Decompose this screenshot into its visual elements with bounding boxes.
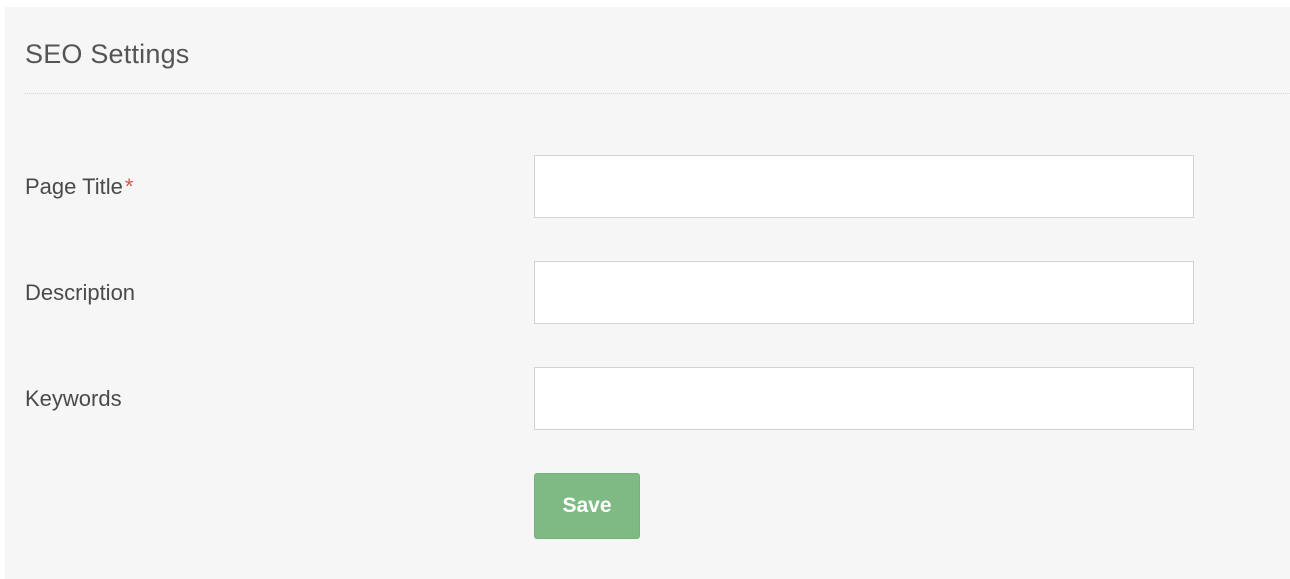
keywords-label: Keywords [25,386,122,411]
required-marker: * [124,174,134,199]
keywords-input[interactable] [534,367,1194,430]
description-label: Description [25,280,136,305]
page-title-label: Page Title* [25,176,133,198]
description-input[interactable] [534,261,1194,324]
panel-title: SEO Settings [25,39,190,69]
page-title-label-text: Page Title [25,174,123,199]
page-title-input[interactable] [534,155,1194,218]
title-divider [25,93,1290,94]
seo-settings-panel: SEO Settings Page Title* Description Key… [5,7,1290,579]
save-button[interactable]: Save [534,473,640,539]
